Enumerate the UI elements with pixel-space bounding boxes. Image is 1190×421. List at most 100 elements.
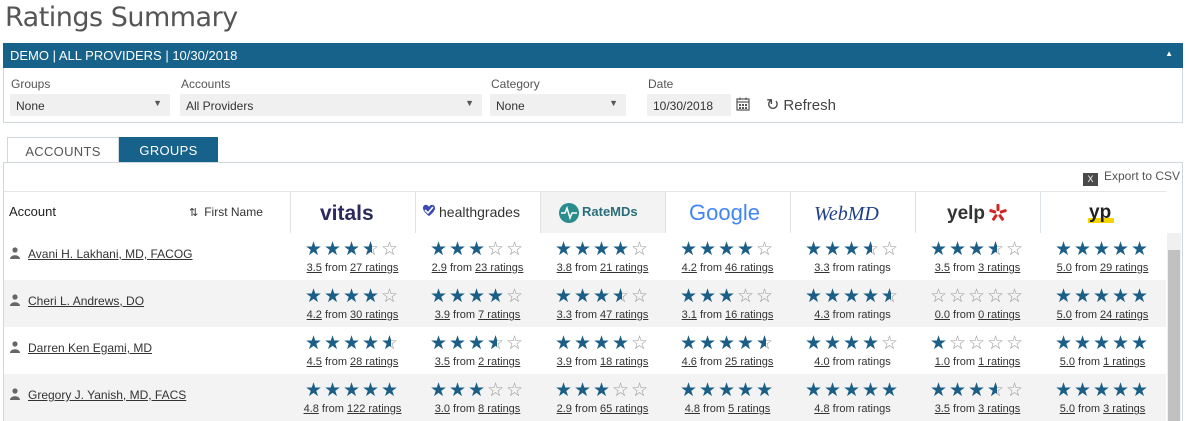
rating-count-link[interactable]: 0 ratings <box>978 309 1020 321</box>
tab-accounts[interactable]: ACCOUNTS <box>7 137 119 163</box>
rating-count-link[interactable]: 122 ratings <box>347 403 401 415</box>
rating-score-link[interactable]: 5.0 <box>1060 356 1075 368</box>
rating-score-link[interactable]: 3.1 <box>682 309 697 321</box>
rating-score-link[interactable]: 5.0 <box>1057 309 1072 321</box>
rating-score-link[interactable]: 3.9 <box>435 309 450 321</box>
star-rating: ★★★☆★☆ <box>915 239 1040 261</box>
tab-groups[interactable]: GROUPS <box>119 137 218 163</box>
account-name-link[interactable]: Darren Ken Egami, MD <box>28 341 152 355</box>
chevron-down-icon: ▼ <box>465 98 474 108</box>
groups-select-value: None <box>16 99 45 113</box>
account-name-link[interactable]: Avani H. Lakhani, MD, FACOG <box>28 247 193 261</box>
star-icon: ☆ <box>631 380 651 401</box>
star-rating: ★★★★☆★ <box>290 333 415 355</box>
collapse-caret-icon[interactable]: ▲ <box>1165 49 1173 58</box>
rating-score-link[interactable]: 4.0 <box>814 356 829 368</box>
rating-from-text: from <box>574 309 597 321</box>
accounts-select[interactable]: All Providers ▼ <box>180 94 482 116</box>
rating-count-link[interactable]: 47 ratings <box>600 309 648 321</box>
rating-cell-ratemds: ★★★☆★☆3.3 from 47 ratings <box>540 280 665 327</box>
groups-select[interactable]: None ▼ <box>10 94 170 116</box>
category-select[interactable]: None ▼ <box>490 94 626 116</box>
rating-count-link[interactable]: 24 ratings <box>1100 309 1148 321</box>
rating-count-link[interactable]: 2 ratings <box>478 356 520 368</box>
rating-score-link[interactable]: 5.0 <box>1060 403 1075 415</box>
rating-count-link[interactable]: 28 ratings <box>350 356 398 368</box>
rating-count-link[interactable]: 7 ratings <box>478 309 520 321</box>
rating-score-link[interactable]: 3.5 <box>935 403 950 415</box>
star-rating: ★★★☆★☆ <box>290 239 415 261</box>
rating-score-link[interactable]: 3.9 <box>557 356 572 368</box>
table-row: Gregory J. Yanish, MD, FACS ★★★★★ 4.8 from… <box>4 374 1166 421</box>
refresh-button[interactable]: ↻ Refresh <box>766 95 836 115</box>
rating-count-link[interactable]: 29 ratings <box>1100 262 1148 274</box>
rating-count-link[interactable]: 23 ratings <box>475 262 523 274</box>
star-rating: ★★★★★ <box>1040 333 1165 355</box>
accounts-select-value: All Providers <box>186 99 254 113</box>
account-name-link[interactable]: Gregory J. Yanish, MD, FACS <box>28 388 186 402</box>
rating-count-link[interactable]: 8 ratings <box>478 403 520 415</box>
rating-count-link[interactable]: 5 ratings <box>728 403 770 415</box>
calendar-icon[interactable] <box>736 97 750 111</box>
rating-score-link[interactable]: 5.0 <box>1057 262 1072 274</box>
scrollbar-thumb[interactable] <box>1168 250 1180 421</box>
rating-cell-vitals: ★★★★☆ 4.2 from 30 ratings <box>290 280 415 327</box>
rating-score-link[interactable]: 2.9 <box>432 262 447 274</box>
rating-count-link[interactable]: 18 ratings <box>600 356 648 368</box>
rating-score-link[interactable]: 1.0 <box>935 356 950 368</box>
rating-score-link[interactable]: 2.9 <box>557 403 572 415</box>
rating-summary: 4.2 from 46 ratings <box>665 262 790 274</box>
rating-score-link[interactable]: 4.2 <box>682 262 697 274</box>
star-icon: ★ <box>949 239 969 260</box>
account-name-link[interactable]: Cheri L. Andrews, DO <box>28 294 144 308</box>
rating-count-link[interactable]: 3 ratings <box>978 262 1020 274</box>
date-label: Date <box>648 77 674 91</box>
rating-summary: 4.2 from 30 ratings <box>290 309 415 321</box>
rating-count-link[interactable]: 27 ratings <box>350 262 398 274</box>
date-input[interactable]: 10/30/2018 <box>647 94 731 116</box>
account-column-header[interactable]: Account <box>9 204 56 219</box>
webmd-logo-text: WebMD <box>814 203 879 225</box>
rating-score-link[interactable]: 3.5 <box>435 356 450 368</box>
rating-score-link[interactable]: 4.2 <box>307 309 322 321</box>
rating-score-link[interactable]: 3.3 <box>814 262 829 274</box>
rating-count-link[interactable]: 1 ratings <box>978 356 1020 368</box>
rating-score-link[interactable]: 3.3 <box>557 309 572 321</box>
rating-from-text: from <box>1078 403 1101 415</box>
rating-count-link[interactable]: 25 ratings <box>725 356 773 368</box>
rating-from-text: from <box>574 403 597 415</box>
export-csv-button[interactable]: X Export to CSV <box>1082 169 1180 186</box>
rating-score-link[interactable]: 4.8 <box>304 403 319 415</box>
star-icon: ☆★ <box>881 286 901 307</box>
rating-count-link[interactable]: 3 ratings <box>978 403 1020 415</box>
rating-score-link[interactable]: 4.8 <box>685 403 700 415</box>
star-icon: ☆ <box>949 286 969 307</box>
star-icon: ★ <box>1074 286 1094 307</box>
rating-count-link[interactable]: 16 ratings <box>725 309 773 321</box>
star-icon: ☆ <box>1006 286 1026 307</box>
star-icon: ★ <box>1074 333 1094 354</box>
star-icon: ★ <box>1074 239 1094 260</box>
star-icon: ★ <box>1112 380 1132 401</box>
rating-count-link[interactable]: 1 ratings <box>1103 356 1145 368</box>
rating-score-link[interactable]: 3.5 <box>307 262 322 274</box>
rating-score-link[interactable]: 3.8 <box>557 262 572 274</box>
star-icon: ☆ <box>631 239 651 260</box>
rating-score-link[interactable]: 4.6 <box>682 356 697 368</box>
rating-count-link[interactable]: 65 ratings <box>600 403 648 415</box>
rating-from-text: from <box>324 262 347 274</box>
rating-score-link[interactable]: 4.5 <box>307 356 322 368</box>
rating-score-link[interactable]: 4.3 <box>814 309 829 321</box>
first-name-column-header[interactable]: ⇅ First Name <box>189 205 263 219</box>
rating-count-link[interactable]: 46 ratings <box>725 262 773 274</box>
rating-score-link[interactable]: 4.8 <box>814 403 829 415</box>
rating-score-link[interactable]: 3.5 <box>935 262 950 274</box>
rating-count-link[interactable]: 21 ratings <box>600 262 648 274</box>
rating-score-link[interactable]: 0.0 <box>935 309 950 321</box>
rating-count-link[interactable]: 30 ratings <box>350 309 398 321</box>
rating-count-link[interactable]: 3 ratings <box>1103 403 1145 415</box>
star-rating: ★★★★★ <box>665 380 790 402</box>
panel-header[interactable]: DEMO | ALL PROVIDERS | 10/30/2018 ▲ <box>3 43 1183 68</box>
rating-cell-vitals: ★★★☆★☆3.5 from 27 ratings <box>290 233 415 280</box>
rating-score-link[interactable]: 3.0 <box>435 403 450 415</box>
